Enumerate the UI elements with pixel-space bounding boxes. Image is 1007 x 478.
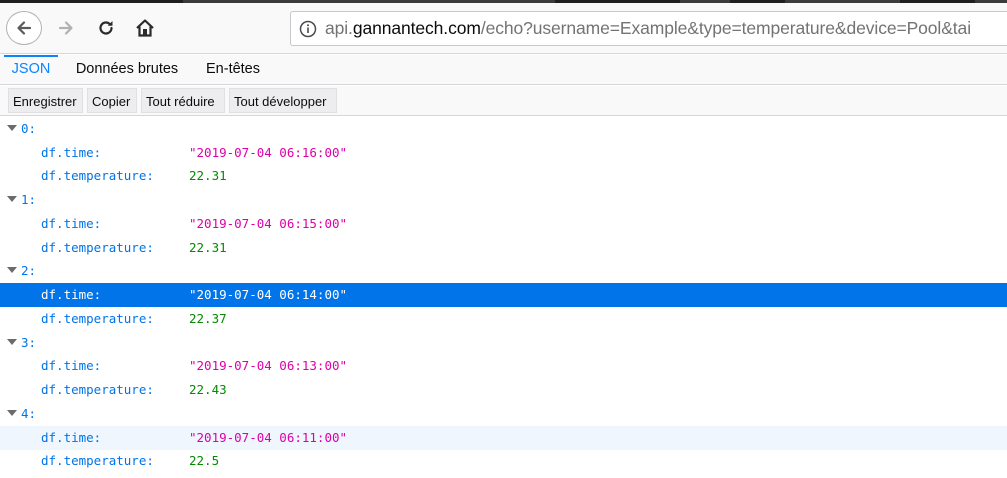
home-button[interactable] — [128, 11, 162, 45]
time-value: "2019-07-04 06:15:00" — [189, 216, 348, 231]
time-key: df.time: — [41, 430, 102, 445]
expand-all-button[interactable]: Tout développer — [229, 88, 337, 113]
expand-toggle-icon[interactable] — [7, 125, 17, 131]
record-index: 2: — [21, 263, 37, 278]
temperature-key: df.temperature: — [41, 382, 154, 397]
tree-row-temperature[interactable]: df.temperature: 22.31 — [0, 164, 1007, 188]
tree-row-temperature[interactable]: df.temperature: 22.31 — [0, 236, 1007, 260]
time-key: df.time: — [41, 145, 102, 160]
temperature-key: df.temperature: — [41, 240, 154, 255]
tree-row-time[interactable]: df.time: "2019-07-04 06:16:00" — [0, 141, 1007, 165]
record-index: 0: — [21, 121, 37, 136]
json-toolbar: Enregistrer Copier Tout réduire Tout dév… — [0, 86, 1007, 116]
time-key: df.time: — [41, 358, 102, 373]
tree-row-time-hovered[interactable]: df.time: "2019-07-04 06:11:00" — [0, 426, 1007, 450]
tree-row-temperature[interactable]: df.temperature: 22.37 — [0, 307, 1007, 331]
site-info-icon[interactable] — [291, 12, 325, 45]
temperature-key: df.temperature: — [41, 168, 154, 183]
save-button[interactable]: Enregistrer — [8, 88, 83, 113]
temperature-value: 22.37 — [189, 311, 227, 326]
time-value: "2019-07-04 06:16:00" — [189, 145, 348, 160]
temperature-value: 22.5 — [189, 453, 220, 468]
forward-arrow-icon — [58, 21, 73, 35]
tree-row-temperature[interactable]: df.temperature: 22.5 — [0, 449, 1007, 473]
expand-toggle-icon[interactable] — [7, 196, 17, 202]
address-bar[interactable]: api.gannantech.com/echo?username=Example… — [290, 11, 1007, 46]
temperature-key: df.temperature: — [41, 311, 154, 326]
tree-row-temperature[interactable]: df.temperature: 22.43 — [0, 378, 1007, 402]
url-host: gannantech.com — [352, 18, 481, 38]
record-index: 4: — [21, 406, 37, 421]
home-icon — [136, 19, 154, 37]
navigation-bar: api.gannantech.com/echo?username=Example… — [0, 3, 1007, 54]
tree-row-index[interactable]: 0: — [0, 117, 1007, 141]
temperature-key: df.temperature: — [41, 453, 154, 468]
back-arrow-icon — [17, 21, 32, 35]
time-value: "2019-07-04 06:14:00" — [189, 287, 348, 302]
temperature-value: 22.31 — [189, 240, 227, 255]
expand-toggle-icon[interactable] — [7, 410, 17, 416]
tab-json[interactable]: JSON — [4, 55, 58, 85]
tab-raw-data[interactable]: Données brutes — [66, 55, 188, 85]
collapse-all-button[interactable]: Tout réduire — [141, 88, 225, 113]
json-viewer-tabs: JSON Données brutes En-têtes — [0, 55, 1007, 85]
tree-row-time[interactable]: df.time: "2019-07-04 06:13:00" — [0, 354, 1007, 378]
tree-row-time-selected[interactable]: df.time: "2019-07-04 06:14:00" — [0, 283, 1007, 307]
time-value: "2019-07-04 06:11:00" — [189, 430, 348, 445]
time-key: df.time: — [41, 216, 102, 231]
tree-row-index[interactable]: 4: — [0, 402, 1007, 426]
expand-toggle-icon[interactable] — [7, 267, 17, 273]
tree-row-time[interactable]: df.time: "2019-07-04 06:15:00" — [0, 212, 1007, 236]
reload-button[interactable] — [89, 11, 123, 45]
url-prefix: api. — [325, 18, 353, 38]
tree-row-index[interactable]: 3: — [0, 331, 1007, 355]
temperature-value: 22.43 — [189, 382, 227, 397]
record-index: 1: — [21, 192, 37, 207]
time-key: df.time: — [41, 287, 102, 302]
tab-headers[interactable]: En-têtes — [194, 55, 272, 85]
url-path: /echo?username=Example&type=temperature&… — [480, 18, 971, 38]
url-text[interactable]: api.gannantech.com/echo?username=Example… — [325, 18, 971, 39]
temperature-value: 22.31 — [189, 168, 227, 183]
tree-row-index[interactable]: 1: — [0, 188, 1007, 212]
back-button[interactable] — [6, 11, 42, 45]
time-value: "2019-07-04 06:13:00" — [189, 358, 348, 373]
forward-button[interactable] — [49, 11, 83, 45]
copy-button[interactable]: Copier — [87, 88, 137, 113]
tree-row-index[interactable]: 2: — [0, 259, 1007, 283]
reload-icon — [99, 21, 113, 35]
expand-toggle-icon[interactable] — [7, 339, 17, 345]
record-index: 3: — [21, 335, 37, 350]
